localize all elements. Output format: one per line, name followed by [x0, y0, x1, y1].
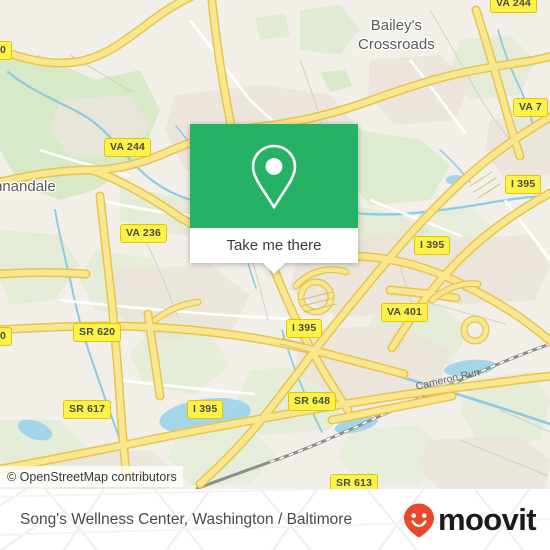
- road-shield: SR 620: [73, 323, 122, 342]
- map-pin-icon: [251, 144, 297, 209]
- footer-content: Song's Wellness Center, Washington / Bal…: [0, 489, 550, 550]
- place-label-baileys-crossroads: Bailey's Crossroads: [358, 17, 435, 53]
- road-shield: VA 244: [104, 138, 152, 157]
- road-shield: I 395: [505, 175, 542, 194]
- osm-attribution-text: © OpenStreetMap contributors: [7, 469, 177, 484]
- road-shield: I 395: [286, 319, 323, 338]
- moovit-map-screenshot: Bailey's Crossroads nnandale Cameron Run…: [0, 0, 550, 550]
- place-label-annandale: nnandale: [0, 178, 56, 195]
- popup-action-bar[interactable]: Take me there: [190, 228, 358, 274]
- take-me-there-label: Take me there: [226, 237, 322, 254]
- moovit-logo[interactable]: moovit: [402, 502, 537, 538]
- road-shield: SR 617: [63, 400, 112, 419]
- road-shield: I 395: [187, 400, 224, 419]
- road-shield: I 395: [414, 236, 451, 255]
- popup-image-area: [190, 124, 358, 228]
- road-shield: SR 613: [330, 474, 379, 489]
- road-shield: SR 648: [288, 392, 337, 411]
- moovit-wordmark: moovit: [437, 502, 537, 537]
- popup-tail: [263, 263, 285, 274]
- road-shield: 20: [0, 41, 13, 60]
- smiling-pin-icon: [403, 503, 434, 537]
- road-shield: VA 401: [381, 303, 429, 322]
- road-shield: 20: [0, 327, 13, 346]
- page-title: Song's Wellness Center, Washington / Bal…: [20, 510, 353, 528]
- road-shield: VA 244: [490, 0, 538, 13]
- footer-bar: Song's Wellness Center, Washington / Bal…: [0, 489, 550, 550]
- take-me-there-popup[interactable]: Take me there: [190, 124, 358, 274]
- road-shield: VA 236: [120, 224, 168, 243]
- osm-attribution[interactable]: © OpenStreetMap contributors: [0, 466, 183, 487]
- map-canvas[interactable]: Bailey's Crossroads nnandale Cameron Run…: [0, 0, 550, 489]
- road-shield: VA 7: [513, 98, 548, 117]
